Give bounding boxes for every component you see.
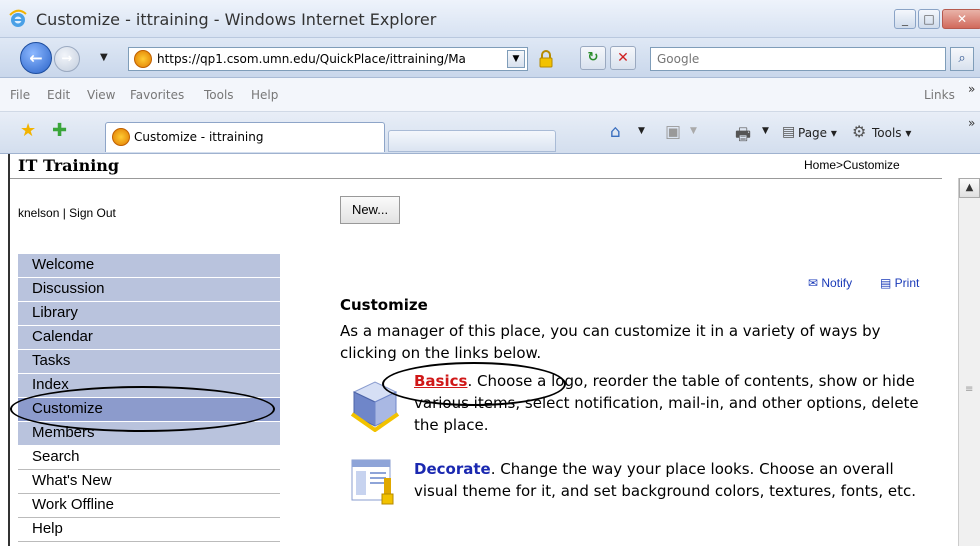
internet-explorer-icon	[9, 9, 27, 27]
site-favicon-icon	[134, 50, 152, 68]
minimize-button[interactable]: _	[894, 9, 916, 29]
menu-view[interactable]: View	[87, 88, 115, 102]
command-chevron-icon[interactable]: »	[968, 116, 975, 130]
forward-button[interactable]: →	[54, 46, 80, 72]
new-tab-button[interactable]	[388, 130, 556, 152]
page-menu[interactable]: Page ▾	[798, 126, 837, 140]
tab-favicon-icon	[112, 128, 130, 146]
annotation-oval-basics	[382, 362, 566, 406]
menu-bar: File Edit View Favorites Tools Help Link…	[0, 78, 980, 112]
sidebar-item-whats-new[interactable]: What's New	[18, 470, 280, 494]
search-button[interactable]: ⌕	[950, 47, 974, 71]
feeds-icon[interactable]: ▣	[665, 122, 681, 142]
url-text[interactable]: https://qp1.csom.umn.edu/QuickPlace/ittr…	[157, 52, 497, 66]
back-arrow-icon: ←	[29, 48, 43, 68]
menu-favorites[interactable]: Favorites	[130, 88, 184, 102]
notify-link[interactable]: ✉ Notify	[808, 276, 852, 290]
header-divider	[10, 178, 942, 179]
maximize-icon: □	[923, 12, 935, 26]
window-title: Customize - ittraining - Windows Interne…	[36, 10, 437, 29]
scroll-up-arrow-icon[interactable]: ▲	[959, 178, 980, 198]
add-favorite-icon[interactable]: ✚	[52, 120, 67, 141]
menu-help[interactable]: Help	[251, 88, 278, 102]
print-link[interactable]: ▤ Print	[880, 276, 919, 290]
links-toolbar[interactable]: Links	[924, 88, 955, 102]
url-dropdown-button[interactable]: ▼	[507, 50, 525, 68]
site-title: IT Training	[18, 156, 120, 175]
menu-file[interactable]: File	[10, 88, 30, 102]
tab-label: Customize - ittraining	[134, 130, 264, 144]
print-icon[interactable]: 🖶	[735, 122, 751, 151]
refresh-button[interactable]: ↻	[580, 46, 606, 70]
breadcrumb[interactable]: Home>Customize	[804, 158, 900, 172]
new-button[interactable]: New...	[340, 196, 400, 224]
user-signout-line[interactable]: knelson | Sign Out	[18, 206, 116, 220]
maximize-button[interactable]: □	[918, 9, 940, 29]
tools-menu[interactable]: Tools ▾	[872, 126, 911, 140]
section-title: Customize	[340, 296, 428, 314]
decorate-brush-icon	[351, 459, 394, 505]
sidebar-item-tasks[interactable]: Tasks	[18, 350, 280, 374]
sidebar-item-help[interactable]: Help	[18, 518, 280, 542]
minimize-icon: _	[902, 12, 908, 26]
menu-tools[interactable]: Tools	[204, 88, 234, 102]
print-label: Print	[894, 276, 920, 290]
sidebar-item-discussion[interactable]: Discussion	[18, 278, 280, 302]
home-icon[interactable]: ⌂	[610, 122, 621, 142]
feeds-dropdown-icon[interactable]: ▼	[690, 126, 697, 136]
forward-arrow-icon: →	[61, 51, 73, 67]
address-bar: ← → ▼ https://qp1.csom.umn.edu/QuickPlac…	[0, 38, 980, 78]
sidebar-item-welcome[interactable]: Welcome	[18, 254, 280, 278]
tools-gear-icon: ⚙	[852, 122, 867, 141]
favorites-star-icon[interactable]: ★	[20, 120, 36, 141]
notify-label: Notify	[821, 276, 853, 290]
scroll-grip-icon[interactable]: ≡	[965, 384, 973, 395]
page-content: IT Training Home>Customize knelson | Sig…	[8, 154, 942, 546]
intro-text: As a manager of this place, you can cust…	[340, 322, 881, 362]
print-dropdown-icon[interactable]: ▼	[762, 126, 769, 136]
search-input[interactable]	[651, 48, 945, 70]
search-icon: ⌕	[958, 51, 966, 66]
menu-edit[interactable]: Edit	[47, 88, 70, 102]
close-button[interactable]: ✕	[942, 9, 980, 29]
search-field[interactable]	[650, 47, 946, 71]
tab-customize[interactable]: Customize - ittraining	[105, 122, 385, 152]
decorate-link[interactable]: Decorate	[414, 460, 491, 478]
recent-pages-dropdown[interactable]: ▼	[100, 52, 108, 63]
sidebar-item-search[interactable]: Search	[18, 446, 280, 470]
decorate-item: Decorate. Change the way your place look…	[414, 458, 934, 502]
links-chevron-icon[interactable]: »	[968, 82, 975, 96]
sidebar-item-work-offline[interactable]: Work Offline	[18, 494, 280, 518]
stop-button[interactable]: ✕	[610, 46, 636, 70]
lock-icon[interactable]	[538, 50, 554, 68]
home-dropdown-icon[interactable]: ▼	[638, 126, 645, 136]
sidebar-item-calendar[interactable]: Calendar	[18, 326, 280, 350]
url-field[interactable]: https://qp1.csom.umn.edu/QuickPlace/ittr…	[128, 47, 528, 71]
page-icon: ▤	[782, 124, 796, 140]
close-icon: ✕	[956, 12, 968, 26]
vertical-scrollbar[interactable]: ▲ ≡	[958, 178, 980, 546]
tab-bar: ★ ✚ Customize - ittraining ⌂ ▼ ▣ ▼ 🖶 ▼ ▤…	[0, 112, 980, 154]
annotation-oval-customize	[10, 386, 275, 432]
back-button[interactable]: ←	[20, 42, 52, 74]
sidebar-item-library[interactable]: Library	[18, 302, 280, 326]
window-title-bar: Customize - ittraining - Windows Interne…	[0, 0, 980, 38]
